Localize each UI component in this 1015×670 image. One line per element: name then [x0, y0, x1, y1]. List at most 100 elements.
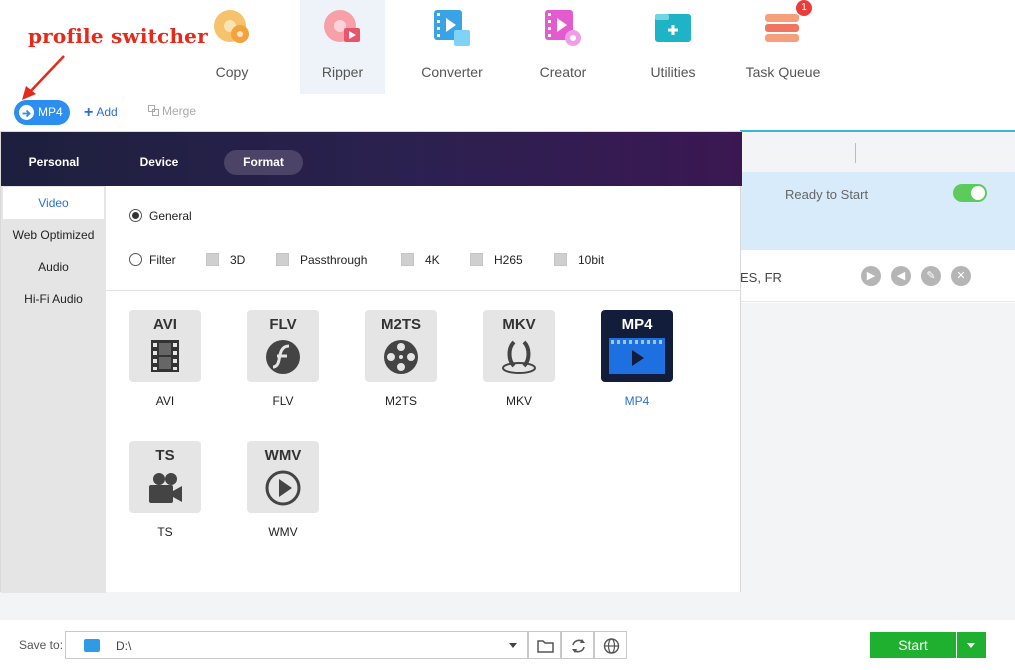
format-ts-label: TS [157, 525, 173, 539]
nav-converter[interactable]: Converter [397, 0, 507, 94]
start-button[interactable]: Start [870, 632, 956, 658]
film-reel-icon [384, 340, 418, 374]
merge-button[interactable]: Merge [148, 104, 196, 118]
filter-3d-checkbox[interactable] [206, 253, 219, 266]
format-mp4-label: MP4 [624, 394, 650, 408]
profile-switcher-button[interactable]: MP4 [14, 100, 70, 125]
category-list: Video Web Optimized Audio Hi-Fi Audio [1, 186, 106, 593]
arrow-right-circle-icon [19, 105, 34, 120]
format-flv-label: FLV [272, 394, 294, 408]
profile-switcher-label: MP4 [38, 105, 63, 119]
nav-ripper-label: Ripper [321, 64, 364, 80]
category-video[interactable]: Video [3, 187, 104, 219]
copy-disc-icon [214, 10, 249, 43]
matroska-icon [502, 340, 536, 374]
nav-task-queue[interactable]: Task Queue [728, 0, 838, 94]
list-header-separator [855, 143, 856, 163]
filter-4k-checkbox[interactable] [401, 253, 414, 266]
general-radio[interactable] [129, 209, 142, 222]
flash-icon [266, 340, 300, 374]
open-folder-button[interactable] [528, 631, 561, 659]
format-wmv-label: WMV [268, 525, 298, 539]
annotation-arrow-icon [22, 55, 65, 100]
profile-tabs: Personal Device Format [1, 132, 742, 186]
tab-device[interactable]: Device [121, 150, 197, 175]
format-avi-tile[interactable]: AVI [129, 310, 201, 382]
network-button[interactable] [594, 631, 627, 659]
save-path-select[interactable]: D:\ [65, 631, 528, 659]
bottom-band [0, 590, 1015, 620]
format-mp4-tag: MP4 [621, 316, 653, 333]
video-camera-icon [149, 473, 182, 503]
category-hifi-audio[interactable]: Hi-Fi Audio [1, 283, 106, 315]
filter-10bit-label: 10bit [578, 253, 605, 267]
format-m2ts-tag: M2TS [380, 316, 421, 333]
list-header [740, 132, 1015, 172]
format-flv-tile[interactable]: FLV [247, 310, 319, 382]
play-icon[interactable]: ▶ [861, 266, 881, 286]
annotation-label: profile switcher [28, 24, 208, 48]
folder-icon [84, 639, 100, 652]
toggle-knob [971, 186, 985, 200]
nav-ripper[interactable]: Ripper [300, 0, 385, 94]
category-web-optimized[interactable]: Web Optimized [1, 219, 106, 251]
merge-icon [148, 105, 159, 116]
format-m2ts-tile[interactable]: M2TS [365, 310, 437, 382]
add-label: Add [96, 105, 118, 119]
start-dropdown-button[interactable] [957, 632, 986, 658]
general-label: General [149, 209, 192, 223]
format-avi-tag: AVI [153, 316, 177, 333]
nav-utilities[interactable]: Utilities [618, 0, 728, 94]
format-ts-tag: TS [155, 447, 175, 464]
task-status: Ready to Start [785, 187, 869, 202]
open-folder-icon [537, 640, 554, 653]
filter-passthrough-checkbox[interactable] [276, 253, 289, 266]
filter-h265-checkbox[interactable] [470, 253, 483, 266]
format-avi-label: AVI [155, 394, 175, 408]
add-button[interactable]: + Add [84, 104, 118, 122]
merge-label: Merge [162, 104, 197, 118]
chevron-down-icon [509, 643, 517, 648]
ripper-disc-icon [324, 10, 360, 42]
filter-passthrough-label: Passthrough [300, 253, 368, 267]
profile-panel: Personal Device Format Video Web Optimiz… [0, 131, 742, 593]
task-queue-badge: 1 [796, 0, 812, 16]
filter-4k-label: 4K [425, 253, 440, 267]
task-queue-icon [765, 14, 799, 42]
refresh-button[interactable] [561, 631, 594, 659]
category-audio[interactable]: Audio [1, 251, 106, 283]
format-m2ts-label: M2TS [384, 394, 417, 408]
tab-personal[interactable]: Personal [15, 150, 93, 175]
return-icon[interactable]: ◀ [891, 266, 911, 286]
edit-icon[interactable]: ✎ [921, 266, 941, 286]
converter-film-icon [434, 10, 470, 46]
play-film-icon [609, 338, 665, 374]
filter-label: Filter [149, 253, 176, 267]
utilities-toolbox-icon [655, 14, 691, 42]
nav-creator[interactable]: Creator [508, 0, 618, 94]
nav-converter-label: Converter [421, 64, 483, 80]
list-empty-area [740, 303, 1015, 593]
play-circle-icon [265, 470, 301, 506]
film-strip-icon [151, 340, 179, 372]
format-mkv-tag: MKV [502, 316, 536, 333]
format-wmv-tile[interactable]: WMV [247, 441, 319, 513]
nav-copy-label: Copy [215, 64, 249, 80]
format-mkv-tile[interactable]: MKV [483, 310, 555, 382]
app-window: Copy Ripper Converter Creator Utilities … [0, 0, 1015, 670]
format-mkv-label: MKV [505, 394, 532, 408]
filter-3d-label: 3D [230, 253, 246, 267]
format-mp4-tile[interactable]: MP4 [601, 310, 673, 382]
format-ts-tile[interactable]: TS [129, 441, 201, 513]
save-path-value: D:\ [116, 639, 132, 653]
task-languages: ES, FR [740, 270, 782, 285]
filter-radio[interactable] [129, 253, 142, 266]
plus-icon: + [84, 104, 94, 121]
format-flv-tag: FLV [269, 316, 297, 333]
close-icon[interactable]: ✕ [951, 266, 971, 286]
chevron-down-icon [967, 643, 975, 648]
task-enable-toggle[interactable] [953, 184, 987, 202]
tab-format[interactable]: Format [224, 150, 303, 175]
filter-10bit-checkbox[interactable] [554, 253, 567, 266]
content-divider [106, 290, 740, 291]
